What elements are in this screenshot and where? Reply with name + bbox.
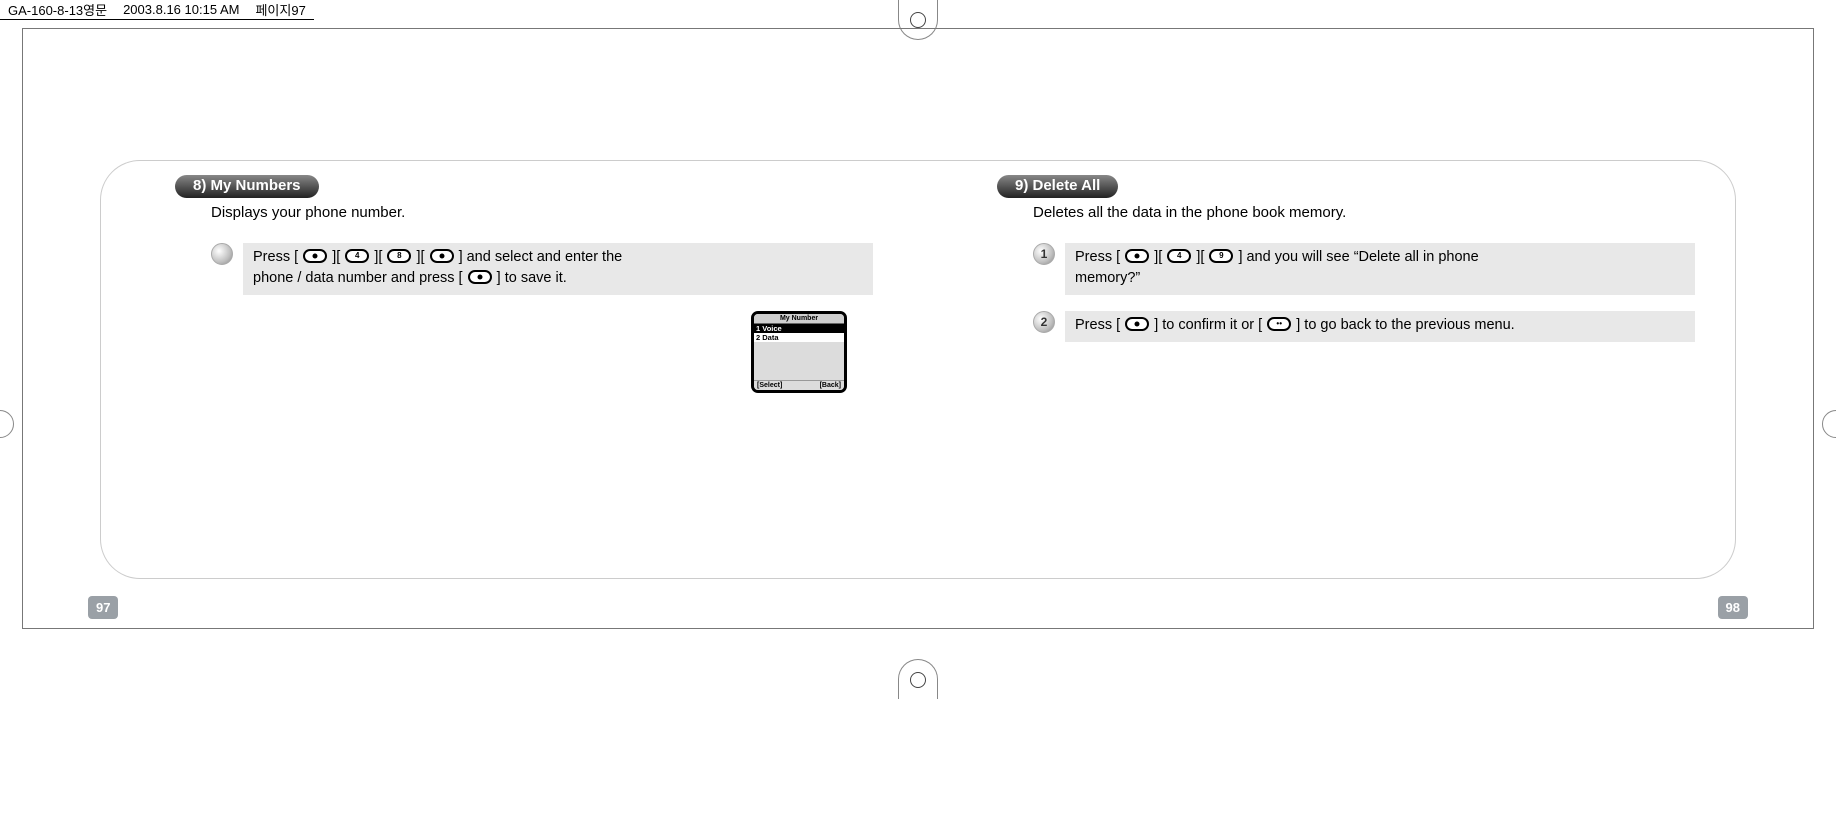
section-desc-my-numbers: Displays your phone number.	[211, 204, 883, 221]
section-title-my-numbers: 8) My Numbers	[175, 175, 319, 198]
header-filename: GA-160-8-13영문	[8, 0, 107, 19]
phone-softkey-right: [Back]	[820, 382, 841, 389]
menu-key-icon	[303, 249, 327, 263]
step-1-text: Press [ ][ 4 ][ 9 ] and you will see “De…	[1065, 243, 1695, 295]
header-pagemarker: 페이지97	[255, 0, 305, 19]
left-page: 8) My Numbers Displays your phone number…	[131, 175, 883, 548]
phone-screen-mock: My Number 1 Voice 2 Data [Select] [Back]	[751, 311, 847, 393]
manual-card: 8) My Numbers Displays your phone number…	[100, 160, 1736, 579]
header-timestamp: 2003.8.16 10:15 AM	[123, 2, 239, 17]
doc-header: GA-160-8-13영문 2003.8.16 10:15 AM 페이지97	[0, 0, 314, 20]
phone-item-data: 2 Data	[754, 333, 844, 342]
menu-key-icon	[430, 249, 454, 263]
menu-key-icon	[1125, 249, 1149, 263]
step-2-text: Press [ ] to confirm it or [ •• ] to go …	[1065, 311, 1695, 342]
back-key-icon: ••	[1267, 317, 1291, 331]
eight-key-icon: 8	[387, 249, 411, 263]
four-key-icon: 4	[1167, 249, 1191, 263]
phone-softkey-left: [Select]	[757, 382, 782, 389]
four-key-icon: 4	[345, 249, 369, 263]
phone-title: My Number	[754, 314, 844, 324]
page-number-left: 97	[88, 596, 118, 619]
step-number-icon: 1	[1033, 243, 1055, 265]
step-1-row: 1 Press [ ][ 4 ][ 9 ] and you will see “…	[1033, 243, 1695, 295]
step-2-row: 2 Press [ ] to confirm it or [ •• ] to g…	[1033, 311, 1695, 342]
instruction-row: Press [ ][ 4 ][ 8 ][ ] and select and en…	[211, 243, 873, 295]
crop-mark-bottom-icon	[898, 659, 938, 699]
menu-key-icon	[468, 270, 492, 284]
crop-mark-left-icon	[0, 410, 14, 438]
section-desc-delete-all: Deletes all the data in the phone book m…	[1033, 204, 1705, 221]
page-number-right: 98	[1718, 596, 1748, 619]
step-number-icon: 2	[1033, 311, 1055, 333]
nine-key-icon: 9	[1209, 249, 1233, 263]
section-title-delete-all: 9) Delete All	[997, 175, 1118, 198]
phone-softkeys: [Select] [Back]	[754, 380, 844, 390]
phone-body	[754, 342, 844, 380]
right-page: 9) Delete All Deletes all the data in th…	[953, 175, 1705, 548]
instruction-text: Press [ ][ 4 ][ 8 ][ ] and select and en…	[243, 243, 873, 295]
crop-mark-right-icon	[1822, 410, 1836, 438]
bullet-icon	[211, 243, 233, 265]
phone-item-voice: 1 Voice	[754, 324, 844, 333]
menu-key-icon	[1125, 317, 1149, 331]
